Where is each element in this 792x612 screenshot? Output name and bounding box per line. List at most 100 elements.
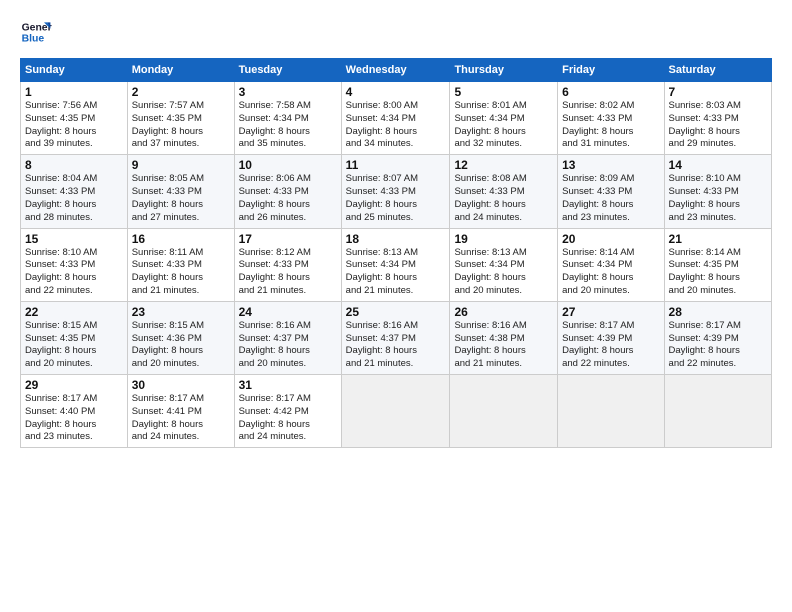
- day-number: 21: [669, 232, 767, 246]
- day-number: 22: [25, 305, 123, 319]
- logo: General Blue: [20, 16, 52, 48]
- header: General Blue: [20, 16, 772, 48]
- day-number: 9: [132, 158, 230, 172]
- day-number: 25: [346, 305, 446, 319]
- calendar-cell: 11Sunrise: 8:07 AM Sunset: 4:33 PM Dayli…: [341, 155, 450, 228]
- calendar-cell: 3Sunrise: 7:58 AM Sunset: 4:34 PM Daylig…: [234, 82, 341, 155]
- calendar-cell: 29Sunrise: 8:17 AM Sunset: 4:40 PM Dayli…: [21, 375, 128, 448]
- day-number: 29: [25, 378, 123, 392]
- column-header-sunday: Sunday: [21, 59, 128, 82]
- day-info: Sunrise: 8:11 AM Sunset: 4:33 PM Dayligh…: [132, 247, 230, 298]
- calendar-cell: 10Sunrise: 8:06 AM Sunset: 4:33 PM Dayli…: [234, 155, 341, 228]
- day-info: Sunrise: 8:05 AM Sunset: 4:33 PM Dayligh…: [132, 173, 230, 224]
- week-row-2: 8Sunrise: 8:04 AM Sunset: 4:33 PM Daylig…: [21, 155, 772, 228]
- day-number: 1: [25, 85, 123, 99]
- day-info: Sunrise: 8:15 AM Sunset: 4:35 PM Dayligh…: [25, 320, 123, 371]
- calendar-cell: [664, 375, 771, 448]
- day-info: Sunrise: 8:10 AM Sunset: 4:33 PM Dayligh…: [25, 247, 123, 298]
- column-header-wednesday: Wednesday: [341, 59, 450, 82]
- day-number: 12: [454, 158, 553, 172]
- calendar-cell: 21Sunrise: 8:14 AM Sunset: 4:35 PM Dayli…: [664, 228, 771, 301]
- day-info: Sunrise: 8:04 AM Sunset: 4:33 PM Dayligh…: [25, 173, 123, 224]
- week-row-3: 15Sunrise: 8:10 AM Sunset: 4:33 PM Dayli…: [21, 228, 772, 301]
- page: General Blue SundayMondayTuesdayWednesda…: [0, 0, 792, 612]
- day-info: Sunrise: 8:06 AM Sunset: 4:33 PM Dayligh…: [239, 173, 337, 224]
- day-info: Sunrise: 8:17 AM Sunset: 4:39 PM Dayligh…: [669, 320, 767, 371]
- calendar-cell: 17Sunrise: 8:12 AM Sunset: 4:33 PM Dayli…: [234, 228, 341, 301]
- week-row-4: 22Sunrise: 8:15 AM Sunset: 4:35 PM Dayli…: [21, 301, 772, 374]
- day-info: Sunrise: 8:09 AM Sunset: 4:33 PM Dayligh…: [562, 173, 659, 224]
- day-info: Sunrise: 8:16 AM Sunset: 4:37 PM Dayligh…: [239, 320, 337, 371]
- day-info: Sunrise: 8:00 AM Sunset: 4:34 PM Dayligh…: [346, 100, 446, 151]
- week-row-1: 1Sunrise: 7:56 AM Sunset: 4:35 PM Daylig…: [21, 82, 772, 155]
- day-info: Sunrise: 8:10 AM Sunset: 4:33 PM Dayligh…: [669, 173, 767, 224]
- column-header-thursday: Thursday: [450, 59, 558, 82]
- calendar-cell: 25Sunrise: 8:16 AM Sunset: 4:37 PM Dayli…: [341, 301, 450, 374]
- week-row-5: 29Sunrise: 8:17 AM Sunset: 4:40 PM Dayli…: [21, 375, 772, 448]
- day-number: 24: [239, 305, 337, 319]
- day-info: Sunrise: 8:14 AM Sunset: 4:35 PM Dayligh…: [669, 247, 767, 298]
- calendar-cell: 8Sunrise: 8:04 AM Sunset: 4:33 PM Daylig…: [21, 155, 128, 228]
- day-number: 19: [454, 232, 553, 246]
- day-info: Sunrise: 8:03 AM Sunset: 4:33 PM Dayligh…: [669, 100, 767, 151]
- calendar-header-row: SundayMondayTuesdayWednesdayThursdayFrid…: [21, 59, 772, 82]
- logo-icon: General Blue: [20, 16, 52, 48]
- svg-text:Blue: Blue: [22, 34, 45, 45]
- day-number: 16: [132, 232, 230, 246]
- day-number: 6: [562, 85, 659, 99]
- day-number: 31: [239, 378, 337, 392]
- calendar-cell: 23Sunrise: 8:15 AM Sunset: 4:36 PM Dayli…: [127, 301, 234, 374]
- day-number: 5: [454, 85, 553, 99]
- calendar-cell: 15Sunrise: 8:10 AM Sunset: 4:33 PM Dayli…: [21, 228, 128, 301]
- calendar-table: SundayMondayTuesdayWednesdayThursdayFrid…: [20, 58, 772, 448]
- column-header-saturday: Saturday: [664, 59, 771, 82]
- day-info: Sunrise: 8:01 AM Sunset: 4:34 PM Dayligh…: [454, 100, 553, 151]
- day-info: Sunrise: 8:17 AM Sunset: 4:40 PM Dayligh…: [25, 393, 123, 444]
- day-info: Sunrise: 7:57 AM Sunset: 4:35 PM Dayligh…: [132, 100, 230, 151]
- day-number: 3: [239, 85, 337, 99]
- day-info: Sunrise: 8:02 AM Sunset: 4:33 PM Dayligh…: [562, 100, 659, 151]
- column-header-friday: Friday: [558, 59, 664, 82]
- day-number: 10: [239, 158, 337, 172]
- calendar-cell: 2Sunrise: 7:57 AM Sunset: 4:35 PM Daylig…: [127, 82, 234, 155]
- day-info: Sunrise: 7:58 AM Sunset: 4:34 PM Dayligh…: [239, 100, 337, 151]
- day-info: Sunrise: 7:56 AM Sunset: 4:35 PM Dayligh…: [25, 100, 123, 151]
- day-info: Sunrise: 8:08 AM Sunset: 4:33 PM Dayligh…: [454, 173, 553, 224]
- calendar-cell: 22Sunrise: 8:15 AM Sunset: 4:35 PM Dayli…: [21, 301, 128, 374]
- day-number: 8: [25, 158, 123, 172]
- day-info: Sunrise: 8:17 AM Sunset: 4:41 PM Dayligh…: [132, 393, 230, 444]
- calendar-cell: 31Sunrise: 8:17 AM Sunset: 4:42 PM Dayli…: [234, 375, 341, 448]
- day-number: 11: [346, 158, 446, 172]
- calendar-cell: 14Sunrise: 8:10 AM Sunset: 4:33 PM Dayli…: [664, 155, 771, 228]
- calendar-cell: 20Sunrise: 8:14 AM Sunset: 4:34 PM Dayli…: [558, 228, 664, 301]
- calendar-cell: [341, 375, 450, 448]
- calendar-cell: 4Sunrise: 8:00 AM Sunset: 4:34 PM Daylig…: [341, 82, 450, 155]
- calendar-cell: 19Sunrise: 8:13 AM Sunset: 4:34 PM Dayli…: [450, 228, 558, 301]
- calendar-cell: 7Sunrise: 8:03 AM Sunset: 4:33 PM Daylig…: [664, 82, 771, 155]
- calendar-cell: 28Sunrise: 8:17 AM Sunset: 4:39 PM Dayli…: [664, 301, 771, 374]
- day-number: 26: [454, 305, 553, 319]
- day-number: 2: [132, 85, 230, 99]
- day-number: 15: [25, 232, 123, 246]
- day-info: Sunrise: 8:13 AM Sunset: 4:34 PM Dayligh…: [346, 247, 446, 298]
- day-info: Sunrise: 8:12 AM Sunset: 4:33 PM Dayligh…: [239, 247, 337, 298]
- calendar-cell: 26Sunrise: 8:16 AM Sunset: 4:38 PM Dayli…: [450, 301, 558, 374]
- day-number: 17: [239, 232, 337, 246]
- day-info: Sunrise: 8:16 AM Sunset: 4:37 PM Dayligh…: [346, 320, 446, 371]
- day-number: 7: [669, 85, 767, 99]
- calendar-cell: [558, 375, 664, 448]
- calendar-cell: 12Sunrise: 8:08 AM Sunset: 4:33 PM Dayli…: [450, 155, 558, 228]
- day-number: 13: [562, 158, 659, 172]
- day-info: Sunrise: 8:16 AM Sunset: 4:38 PM Dayligh…: [454, 320, 553, 371]
- day-info: Sunrise: 8:17 AM Sunset: 4:42 PM Dayligh…: [239, 393, 337, 444]
- day-info: Sunrise: 8:14 AM Sunset: 4:34 PM Dayligh…: [562, 247, 659, 298]
- day-number: 4: [346, 85, 446, 99]
- column-header-monday: Monday: [127, 59, 234, 82]
- day-info: Sunrise: 8:07 AM Sunset: 4:33 PM Dayligh…: [346, 173, 446, 224]
- column-header-tuesday: Tuesday: [234, 59, 341, 82]
- day-number: 14: [669, 158, 767, 172]
- day-number: 20: [562, 232, 659, 246]
- calendar-cell: 24Sunrise: 8:16 AM Sunset: 4:37 PM Dayli…: [234, 301, 341, 374]
- calendar-cell: [450, 375, 558, 448]
- calendar-cell: 1Sunrise: 7:56 AM Sunset: 4:35 PM Daylig…: [21, 82, 128, 155]
